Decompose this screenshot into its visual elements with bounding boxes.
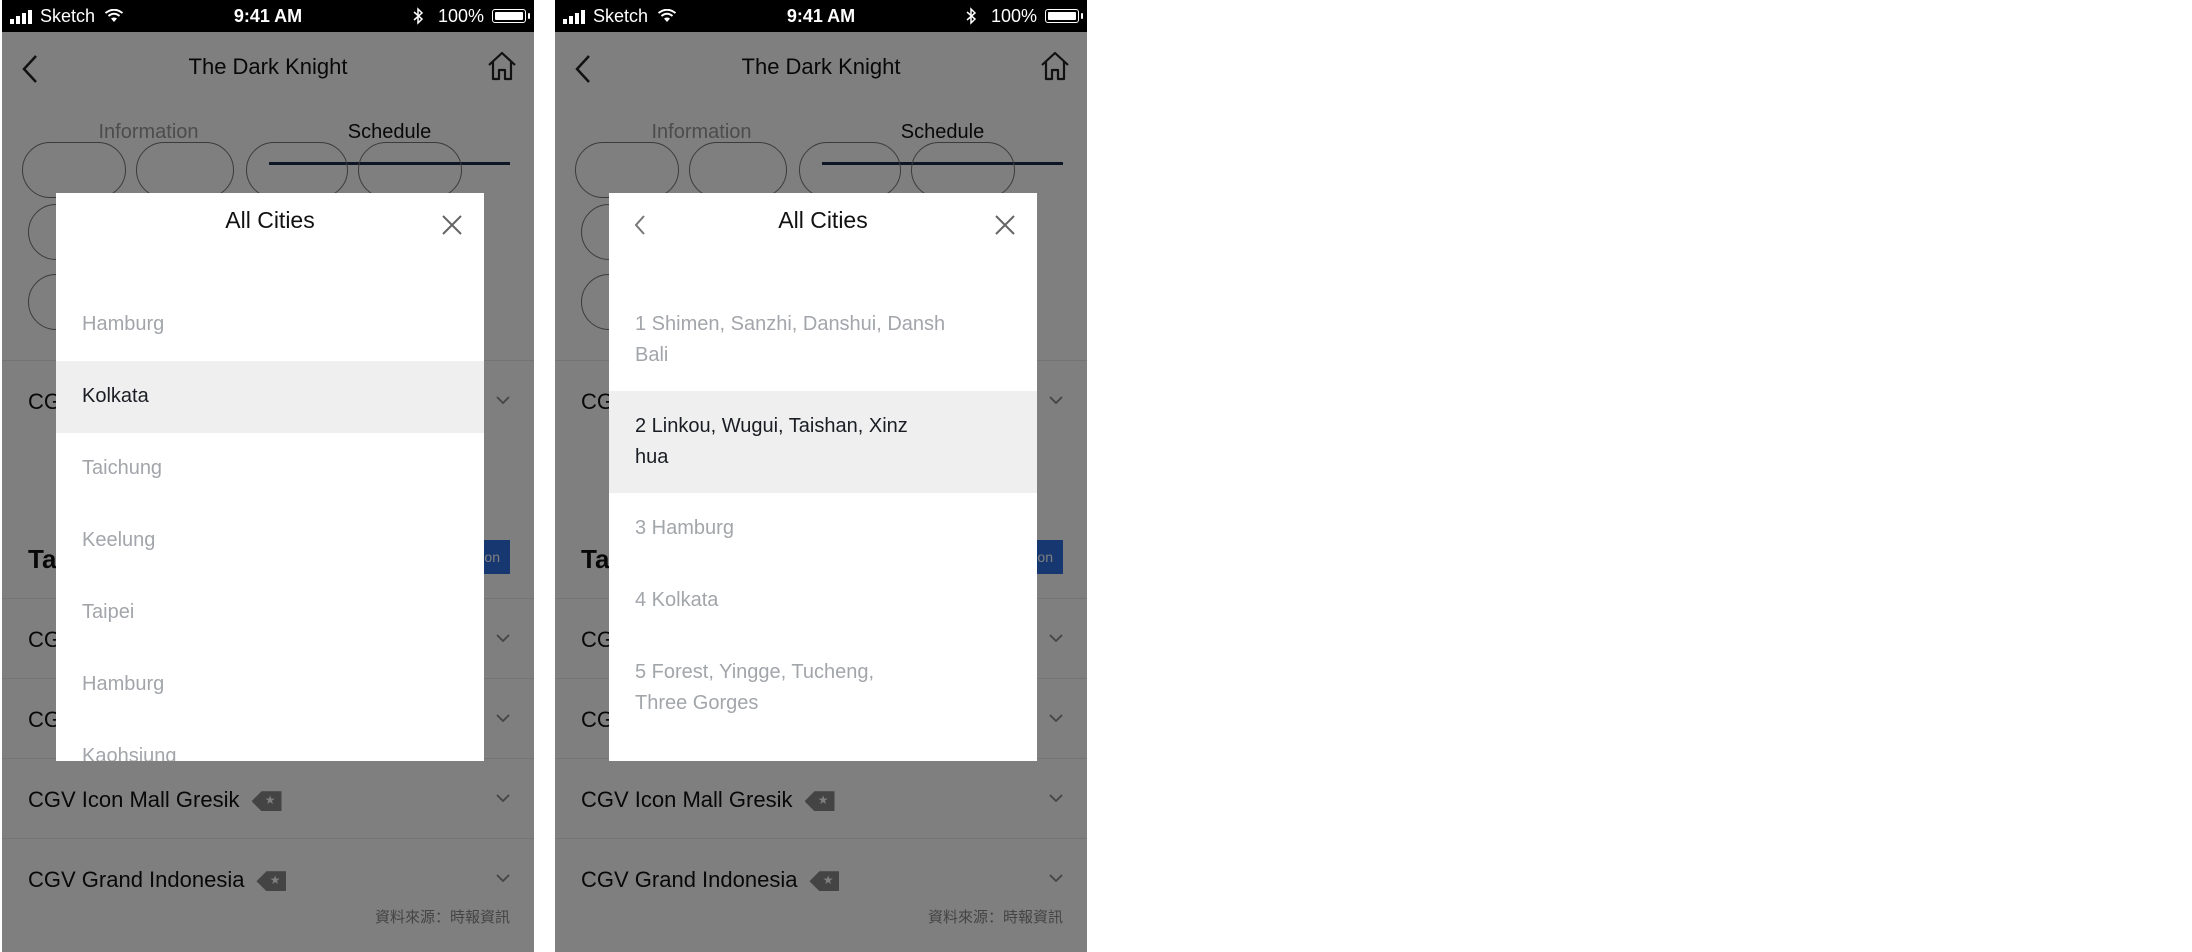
district-line: 2 Linkou, Wugui, Taishan, Xinz bbox=[635, 415, 908, 437]
close-icon[interactable] bbox=[995, 215, 1015, 235]
status-bar: Sketch 9:41 AM 100% bbox=[2, 0, 534, 32]
district-line: 1 Shimen, Sanzhi, Danshui, Dansh bbox=[635, 313, 946, 335]
city-item[interactable]: Keelung bbox=[56, 505, 484, 577]
city-item[interactable]: Taipei bbox=[56, 577, 484, 649]
bluetooth-icon bbox=[966, 7, 977, 25]
district-item[interactable]: 1 Shimen, Sanzhi, Danshui, Dansh Bali bbox=[609, 289, 1037, 391]
modal-title: All Cities bbox=[778, 207, 868, 233]
modal-title: All Cities bbox=[225, 207, 315, 233]
district-item[interactable]: 3 Hamburg bbox=[609, 493, 1037, 565]
city-item[interactable]: Taichung bbox=[56, 433, 484, 505]
district-line: Bali bbox=[635, 344, 669, 366]
city-item[interactable]: Hamburg bbox=[56, 649, 484, 721]
city-item[interactable]: Hamburg bbox=[56, 289, 484, 361]
battery-icon bbox=[492, 9, 530, 23]
city-list: 1 Shimen, Sanzhi, Danshui, Dansh Bali 2 … bbox=[609, 289, 1037, 739]
close-icon[interactable] bbox=[442, 215, 462, 235]
bluetooth-icon bbox=[413, 7, 424, 25]
district-item[interactable]: 5 Forest, Yingge, Tucheng, Three Gorges bbox=[609, 637, 1037, 739]
battery-icon bbox=[1045, 9, 1083, 23]
city-picker-modal: All Cities Hamburg Kolkata Taichung Keel… bbox=[56, 193, 484, 761]
district-line: Three Gorges bbox=[635, 692, 759, 714]
battery-percent: 100% bbox=[990, 6, 1037, 26]
city-item[interactable]: Kolkata bbox=[56, 361, 484, 433]
district-item[interactable]: 4 Kolkata bbox=[609, 565, 1037, 637]
district-line: 3 Hamburg bbox=[635, 517, 734, 539]
district-line: 5 Forest, Yingge, Tucheng, bbox=[635, 661, 875, 683]
battery-percent: 100% bbox=[437, 6, 484, 26]
phone-screen-left: Sketch 9:41 AM 100% The Dark Knight Info… bbox=[2, 0, 534, 952]
city-picker-modal: All Cities 1 Shimen, Sanzhi, Danshui, Da… bbox=[609, 193, 1037, 761]
district-item[interactable]: 2 Linkou, Wugui, Taishan, Xinz hua bbox=[609, 391, 1037, 493]
city-item[interactable]: Kaohsiung bbox=[56, 721, 484, 761]
city-list: Hamburg Kolkata Taichung Keelung Taipei … bbox=[56, 289, 484, 761]
district-line: 4 Kolkata bbox=[635, 589, 719, 611]
phone-screen-right: Sketch 9:41 AM 100% The Dark Knight Info… bbox=[555, 0, 1087, 952]
status-bar: Sketch 9:41 AM 100% bbox=[555, 0, 1087, 32]
district-line: hua bbox=[635, 446, 669, 468]
